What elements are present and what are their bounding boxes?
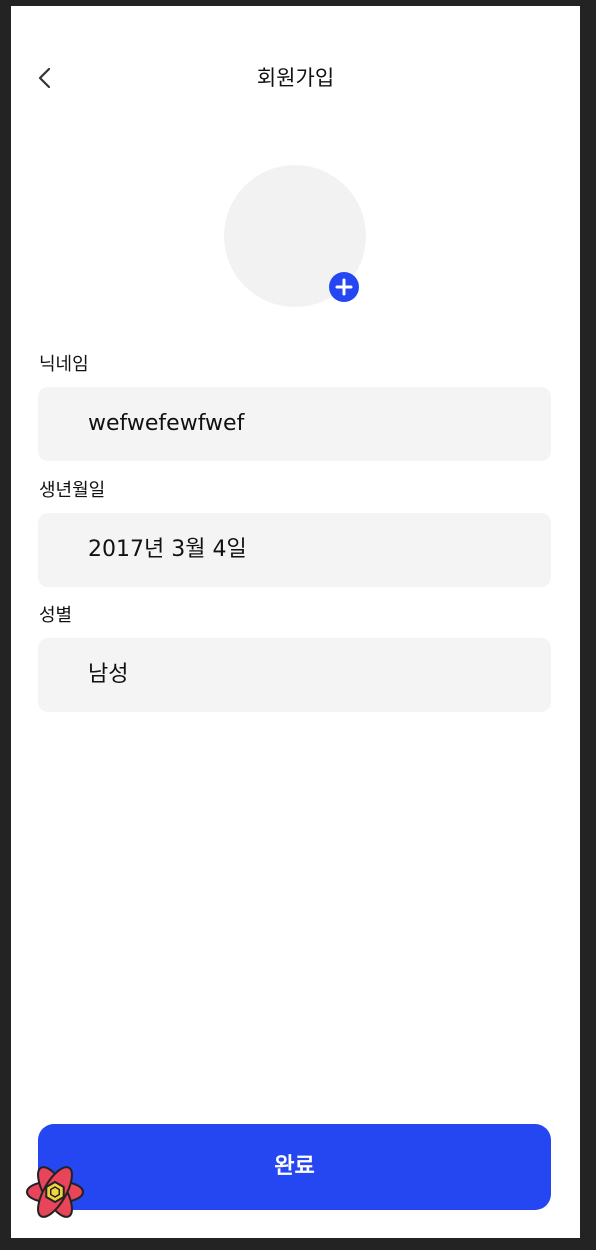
react-devtools-icon [26,1166,84,1218]
react-devtools-badge[interactable] [24,1163,86,1221]
page-title: 회원가입 [256,66,335,90]
add-photo-button[interactable] [329,272,359,302]
complete-button[interactable]: 완료 [38,1124,551,1210]
birthdate-value: 2017년 3월 4일 [88,537,247,562]
birthdate-label: 생년월일 [39,480,106,501]
gender-value: 남성 [88,662,129,687]
nickname-field[interactable]: wefwefewfwef [38,387,551,461]
gender-field[interactable]: 남성 [38,638,551,712]
plus-icon [335,278,353,296]
birthdate-field[interactable]: 2017년 3월 4일 [38,513,551,587]
header: 회원가입 [11,56,580,100]
gender-label: 성별 [39,605,73,626]
signup-screen: 회원가입 닉네임 wefwefewfwef 생년월일 2017년 3월 4일 성… [11,6,580,1238]
complete-button-label: 완료 [274,1154,315,1179]
nickname-value: wefwefewfwef [88,411,245,436]
nickname-label: 닉네임 [39,354,89,375]
